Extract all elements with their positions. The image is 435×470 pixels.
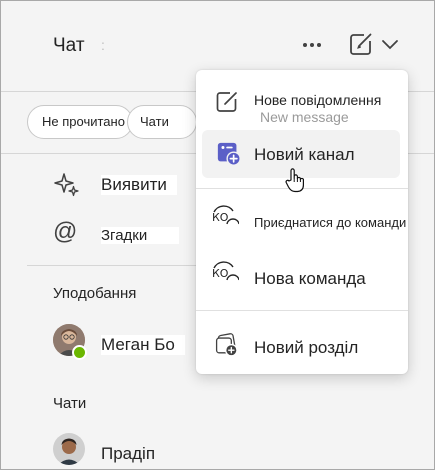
menu-item-new-section[interactable]: Новий розділ	[202, 323, 400, 371]
new-team-icon: КО	[209, 259, 240, 287]
nav-divider	[27, 265, 197, 266]
filter-chats-button[interactable]: Чати	[127, 105, 197, 139]
filter-unread-button[interactable]: Не прочитано	[27, 105, 133, 139]
title-caret-icon: :	[101, 37, 105, 53]
menu-item-new-section-label: Новий розділ	[254, 338, 359, 357]
chat-pane: Чат : Не прочитано Чати Виявити @ Згадки…	[0, 0, 435, 470]
nav-item-mentions-label: Згадки	[101, 227, 180, 244]
chat-name: Прадіп	[101, 444, 156, 463]
filter-chats-label: Чати	[140, 114, 169, 129]
menu-item-new-message-label: Нове повідомлення	[254, 92, 384, 108]
menu-item-join-team-label: Приєднатися до команди	[254, 215, 407, 230]
sparkle-icon	[54, 173, 79, 197]
at-sign-icon: @	[53, 218, 78, 245]
chats-heading: Чати	[53, 395, 87, 412]
menu-item-new-team[interactable]: КО Нова команда	[202, 254, 400, 302]
menu-item-new-channel-label: Новий канал	[254, 145, 355, 164]
nav-item-discover-label: Виявити	[101, 175, 177, 195]
menu-item-new-message[interactable]: New message Нове повідомлення	[202, 78, 400, 126]
new-channel-icon	[217, 142, 241, 166]
menu-divider	[196, 310, 408, 311]
chevron-down-icon	[382, 40, 398, 50]
avatar	[53, 433, 85, 465]
page-title: Чат	[53, 35, 85, 56]
hand-cursor-icon	[285, 168, 304, 193]
more-options-button[interactable]	[297, 31, 327, 57]
menu-item-join-team[interactable]: КО Приєднатися до команди	[202, 198, 406, 246]
new-item-menu: New message Нове повідомлення Новий кана…	[196, 70, 408, 374]
favorites-heading: Уподобання	[53, 285, 137, 302]
compose-button[interactable]	[347, 30, 375, 58]
ghost-text: New message	[260, 109, 349, 125]
presence-available-icon	[72, 345, 87, 360]
new-chat-dropdown-button[interactable]	[380, 35, 400, 53]
compose-icon	[350, 33, 372, 55]
new-team-icon-text: КО	[212, 267, 229, 280]
filter-unread-label: Не прочитано	[42, 114, 125, 129]
join-team-icon-text: КО	[212, 211, 229, 224]
join-team-icon: КО	[209, 203, 240, 231]
compose-icon	[216, 92, 237, 112]
menu-item-new-team-label: Нова команда	[254, 269, 366, 288]
new-section-icon	[215, 333, 238, 357]
favorite-name: Меган Бо	[101, 335, 185, 355]
